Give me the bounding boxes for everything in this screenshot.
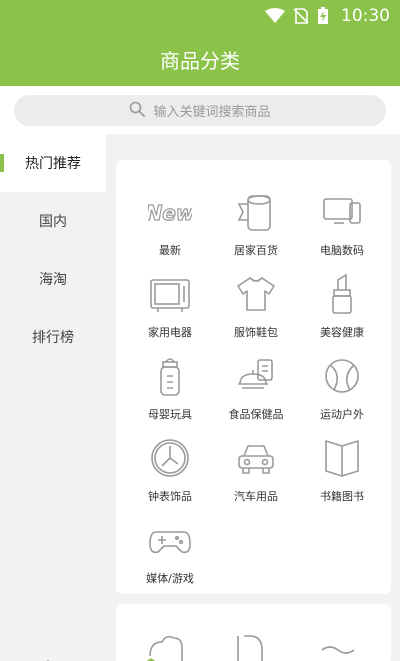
lipstick-icon: [320, 272, 364, 316]
bottom-nav-partial: [0, 652, 400, 661]
status-bar: 10:30: [0, 0, 400, 32]
category-item-baby[interactable]: 母婴玩具: [130, 354, 210, 434]
search-icon: [129, 101, 146, 121]
new-icon: New: [148, 190, 192, 234]
category-card: New 最新 居家百货 电脑数码 家用电器 服饰鞋包 美容健康 母婴玩具 食品保…: [116, 160, 391, 594]
category-item-clothing[interactable]: 服饰鞋包: [216, 272, 296, 352]
category-label: 服饰鞋包: [234, 326, 278, 339]
category-sidebar: 热门推荐 国内 海淘 排行榜: [0, 134, 106, 661]
category-item-auto[interactable]: 汽车用品: [216, 436, 296, 516]
car-icon: [234, 436, 278, 480]
category-item-watches[interactable]: 钟表饰品: [130, 436, 210, 516]
category-item-new[interactable]: New 最新: [130, 190, 210, 270]
baby-bottle-icon: [148, 354, 192, 398]
ball-icon: [320, 354, 364, 398]
category-label: 家用电器: [148, 326, 192, 339]
clock-icon: [148, 436, 192, 480]
category-label: 钟表饰品: [148, 490, 192, 503]
category-item-digital[interactable]: 电脑数码: [302, 190, 382, 270]
tshirt-icon: [234, 272, 278, 316]
category-label: 书籍图书: [320, 490, 364, 503]
category-item-home[interactable]: 居家百货: [216, 190, 296, 270]
status-time: 10:30: [341, 6, 390, 26]
food-icon: [234, 354, 278, 398]
sidebar-item-label: 国内: [39, 214, 67, 230]
category-label: 媒体/游戏: [146, 572, 194, 585]
sidebar-item-ranking[interactable]: 排行榜: [0, 308, 106, 366]
category-item-books[interactable]: 书籍图书: [302, 436, 382, 516]
sidebar-item-overseas[interactable]: 海淘: [0, 250, 106, 308]
category-label: 汽车用品: [234, 490, 278, 503]
search-input[interactable]: 输入关键词搜索商品: [14, 95, 386, 126]
no-sim-icon: [293, 8, 309, 24]
category-label: 最新: [159, 244, 181, 257]
search-placeholder: 输入关键词搜索商品: [153, 105, 271, 120]
category-label: 美容健康: [320, 326, 364, 339]
computer-icon: [320, 190, 364, 234]
tv-icon: [148, 272, 192, 316]
page-title: 商品分类: [160, 48, 240, 73]
category-item-food[interactable]: 食品保健品: [216, 354, 296, 434]
category-label: 运动户外: [320, 408, 364, 421]
category-label: 食品保健品: [228, 408, 284, 421]
sidebar-item-domestic[interactable]: 国内: [0, 192, 106, 250]
svg-text:New: New: [148, 201, 192, 225]
wifi-icon: [265, 8, 285, 24]
category-label: 居家百货: [234, 244, 278, 257]
tissue-roll-icon: [234, 190, 278, 234]
sidebar-item-hot[interactable]: 热门推荐: [0, 134, 106, 192]
category-item-appliance[interactable]: 家用电器: [130, 272, 210, 352]
sidebar-item-label: 排行榜: [32, 330, 74, 346]
category-label: 电脑数码: [320, 244, 364, 257]
book-icon: [320, 436, 364, 480]
category-label: 母婴玩具: [148, 408, 192, 421]
search-area: 输入关键词搜索商品: [0, 86, 400, 134]
category-item-beauty[interactable]: 美容健康: [302, 272, 382, 352]
gamepad-icon: [148, 518, 192, 562]
page-title-bar: 商品分类: [0, 32, 400, 86]
sidebar-item-label: 海淘: [39, 272, 67, 288]
battery-charging-icon: [317, 7, 329, 25]
category-item-sports[interactable]: 运动户外: [302, 354, 382, 434]
category-item-media-games[interactable]: 媒体/游戏: [130, 518, 210, 598]
sidebar-item-label: 热门推荐: [25, 156, 81, 172]
